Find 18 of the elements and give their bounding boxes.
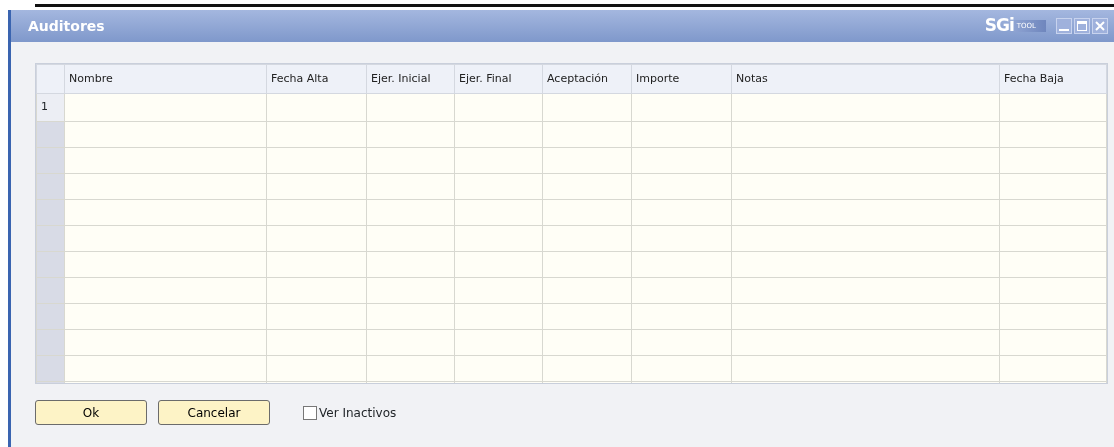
column-header[interactable]: Importe <box>631 64 732 94</box>
column-header[interactable]: Ejer. Inicial <box>366 64 455 94</box>
checkbox-label[interactable]: Ver Inactivos <box>319 403 397 422</box>
column-header[interactable]: Aceptación <box>542 64 632 94</box>
close-icon[interactable] <box>1092 18 1108 34</box>
column-header[interactable]: Fecha Alta <box>266 64 367 94</box>
column-header[interactable]: Fecha Baja <box>999 64 1107 94</box>
dialog-button[interactable]: Ok <box>35 400 147 425</box>
column-header[interactable]: Notas <box>731 64 1000 94</box>
row-number: 1 <box>36 93 65 122</box>
maximize-icon[interactable] <box>1074 18 1090 34</box>
minimize-icon[interactable] <box>1056 18 1072 34</box>
checkbox[interactable] <box>303 405 317 420</box>
dialog-button[interactable]: Cancelar <box>158 400 270 425</box>
logo: SGi <box>984 14 1014 38</box>
column-header[interactable]: Ejer. Final <box>454 64 543 94</box>
column-header[interactable]: Nombre <box>64 64 267 94</box>
window-title: Auditores <box>28 16 105 36</box>
